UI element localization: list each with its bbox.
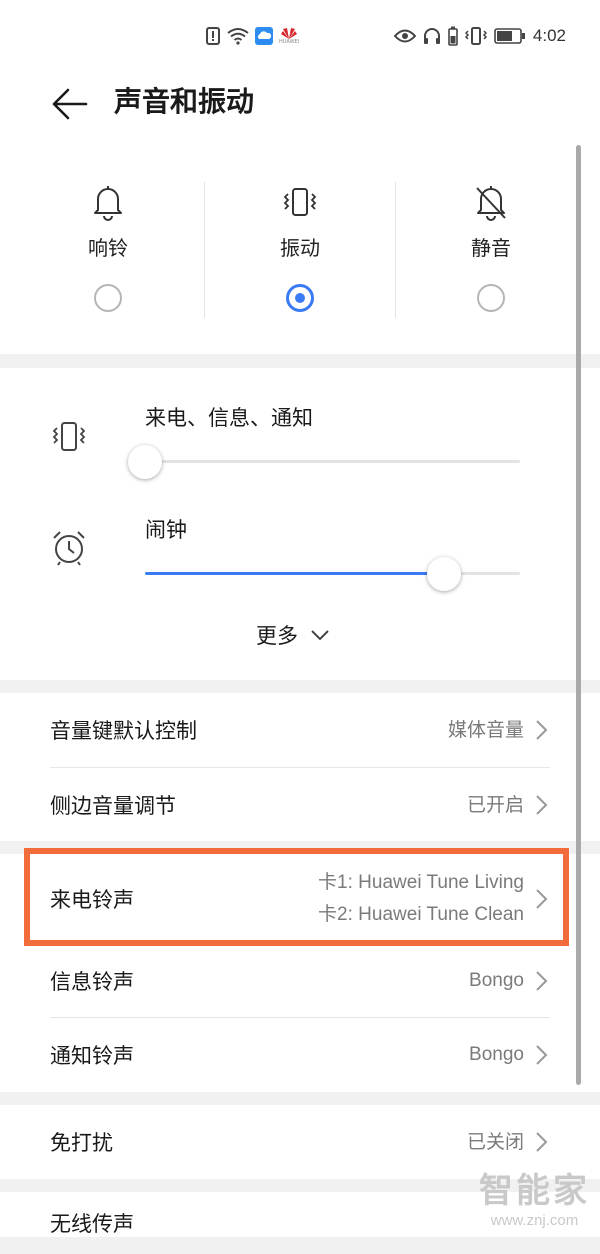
wireless-row[interactable]: 无线传声 <box>50 1192 550 1254</box>
battery-small-icon <box>448 26 458 46</box>
mode-silent-label: 静音 <box>471 236 511 260</box>
vibrate-icon <box>52 422 86 451</box>
side-volume-label: 侧边音量调节 <box>50 793 176 818</box>
bell-icon <box>94 186 122 221</box>
side-volume-value: 已开启 <box>466 793 524 816</box>
calls-volume-thumb[interactable] <box>128 445 162 479</box>
more-button[interactable]: 更多 <box>256 620 330 650</box>
volume-card: 来电、信息、通知 闹钟 更多 <box>0 368 600 680</box>
watermark-text: 智能家 <box>479 1171 590 1211</box>
chevron-right-icon <box>536 794 548 815</box>
mode-ring-radio[interactable] <box>94 284 122 312</box>
volume-key-value: 媒体音量 <box>447 719 524 741</box>
highlight-frame <box>24 848 569 946</box>
dnd-row[interactable]: 免打扰 已关闭 <box>50 1105 550 1179</box>
huawei-brand-text: HUAWEI <box>279 39 300 45</box>
volume-key-label: 音量键默认控制 <box>50 719 197 743</box>
more-label: 更多 <box>256 624 298 648</box>
notification-tone-row[interactable]: 通知铃声 Bongo <box>50 1018 550 1092</box>
mode-selector-card: 响铃 振动 静音 <box>0 152 600 354</box>
chevron-right-icon <box>536 1045 548 1065</box>
chevron-right-icon <box>536 720 548 740</box>
clock: 4:02 <box>532 26 566 45</box>
alarm-volume-thumb[interactable] <box>427 557 461 591</box>
vibrate-icon <box>283 188 317 216</box>
alarm-volume-label: 闹钟 <box>145 518 187 542</box>
back-button[interactable] <box>48 82 92 126</box>
message-tone-value: Bongo <box>469 969 524 991</box>
alert-icon <box>206 27 220 45</box>
chevron-down-icon <box>311 630 329 641</box>
wireless-label: 无线传声 <box>50 1212 134 1236</box>
alarm-volume-fill <box>145 572 445 575</box>
chevron-right-icon <box>536 1132 548 1152</box>
huawei-logo: HUAWEI <box>279 27 299 45</box>
chevron-right-icon <box>536 970 548 991</box>
wifi-icon <box>227 28 249 45</box>
watermark: 智能家 www.znj.com <box>479 1163 590 1229</box>
mode-ring[interactable]: 响铃 <box>13 152 203 342</box>
calls-volume-label: 来电、信息、通知 <box>145 406 313 430</box>
arrow-left-icon <box>52 88 88 120</box>
app-header: 声音和振动 <box>0 70 600 152</box>
page-title: 声音和振动 <box>114 85 255 118</box>
notification-tone-label: 通知铃声 <box>50 1044 134 1068</box>
mode-vibrate-radio[interactable] <box>286 284 314 312</box>
status-bar: HUAWEI 4:02 <box>0 0 600 70</box>
mode-ring-label: 响铃 <box>88 236 128 260</box>
calls-volume-slider[interactable] <box>145 460 520 463</box>
headphones-icon <box>423 28 440 44</box>
message-tone-label: 信息铃声 <box>50 969 134 994</box>
notification-tone-value: Bongo <box>469 1044 524 1065</box>
battery-icon <box>494 28 525 44</box>
dnd-value: 已关闭 <box>466 1131 524 1153</box>
mode-vibrate-label: 振动 <box>280 236 320 260</box>
mode-silent[interactable]: 静音 <box>396 152 586 342</box>
dnd-label: 免打扰 <box>50 1131 113 1155</box>
alarm-clock-icon <box>53 531 85 566</box>
bell-off-icon <box>476 186 506 221</box>
scrollbar[interactable] <box>576 145 581 1085</box>
side-volume-row[interactable]: 侧边音量调节 已开启 <box>50 768 550 841</box>
status-bar-notifications: HUAWEI <box>205 23 299 49</box>
mode-vibrate[interactable]: 振动 <box>205 152 395 342</box>
watermark-url: www.znj.com <box>490 1212 579 1229</box>
alarm-volume-slider[interactable] <box>145 572 520 575</box>
mode-silent-radio[interactable] <box>477 284 505 312</box>
vibrate-status-icon <box>464 27 487 45</box>
volume-key-row[interactable]: 音量键默认控制 媒体音量 <box>50 693 550 767</box>
eye-icon <box>393 29 416 43</box>
huawei-flower-icon <box>281 28 298 39</box>
cloud-app-icon <box>255 27 273 45</box>
message-tone-row[interactable]: 信息铃声 Bongo <box>50 944 550 1017</box>
status-bar-system: 4:02 <box>393 22 566 50</box>
